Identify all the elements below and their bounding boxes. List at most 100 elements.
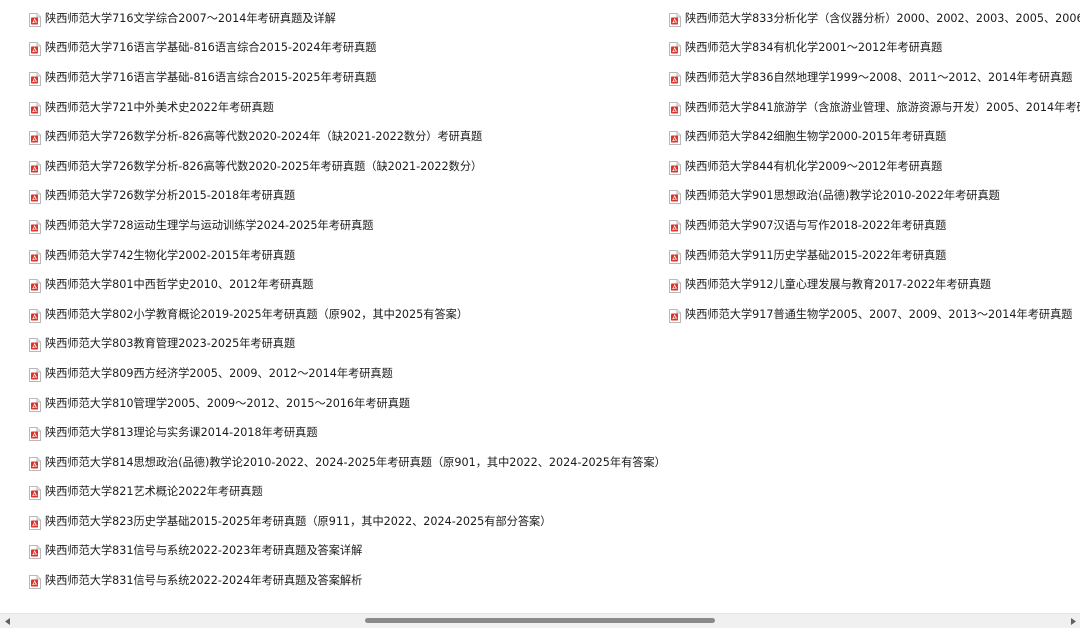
pdf-file-icon [29,337,41,353]
pdf-file-icon [29,278,41,294]
file-name: 陕西师范大学742生物化学2002-2015年考研真题 [45,248,296,262]
file-item[interactable]: 陕西师范大学831信号与系统2022-2024年考研真题及答案解析 [29,566,659,596]
file-item[interactable]: 陕西师范大学841旅游学（含旅游业管理、旅游资源与开发）2005、2014年考研… [669,93,1080,123]
file-name: 陕西师范大学803教育管理2023-2025年考研真题 [45,337,296,351]
file-name: 陕西师范大学917普通生物学2005、2007、2009、2013～2014年考… [685,307,1073,321]
pdf-file-icon [29,397,41,412]
file-item[interactable]: 陕西师范大学721中外美术史2022年考研真题 [29,93,659,123]
file-name: 陕西师范大学911历史学基础2015-2022年考研真题 [685,248,947,262]
pdf-file-icon [669,101,681,116]
pdf-file-icon [29,456,41,471]
pdf-file-icon [29,249,41,264]
file-item[interactable]: 陕西师范大学917普通生物学2005、2007、2009、2013～2014年考… [669,300,1080,330]
file-list-left-column: 陕西师范大学716文学综合2007～2014年考研真题及详解陕西师范大学716语… [29,4,666,596]
pdf-file-icon [669,189,681,205]
pdf-file-icon [29,367,41,382]
pdf-file-icon [669,308,681,323]
file-name: 陕西师范大学836自然地理学1999～2008、2011～2012、2014年考… [685,70,1073,84]
pdf-file-icon [29,308,41,323]
pdf-file-icon [29,426,41,442]
file-name: 陕西师范大学834有机化学2001～2012年考研真题 [685,41,943,55]
file-item[interactable]: 陕西师范大学823历史学基础2015-2025年考研真题（原911，其中2022… [29,507,659,537]
pdf-file-icon [669,71,681,86]
file-item[interactable]: 陕西师范大学726数学分析-826高等代数2020-2025年考研真题（缺202… [29,152,659,182]
file-item[interactable]: 陕西师范大学814思想政治(品德)教学论2010-2022、2024-2025年… [29,448,666,478]
file-name: 陕西师范大学801中西哲学史2010、2012年考研真题 [45,278,314,292]
file-name: 陕西师范大学716文学综合2007～2014年考研真题及详解 [45,11,336,25]
file-item[interactable]: 陕西师范大学803教育管理2023-2025年考研真题 [29,330,659,360]
file-name: 陕西师范大学844有机化学2009～2012年考研真题 [685,159,943,173]
horizontal-scrollbar[interactable] [0,613,1080,628]
scrollbar-thumb[interactable] [365,618,715,623]
pdf-file-icon [669,219,681,234]
file-item[interactable]: 陕西师范大学802小学教育概论2019-2025年考研真题（原902，其中202… [29,300,659,330]
pdf-file-icon [669,12,681,27]
file-item[interactable]: 陕西师范大学813理论与实务课2014-2018年考研真题 [29,418,659,448]
file-item[interactable]: 陕西师范大学901思想政治(品德)教学论2010-2022年考研真题 [669,182,1080,212]
file-name: 陕西师范大学814思想政治(品德)教学论2010-2022、2024-2025年… [45,455,666,469]
file-list-view: 陕西师范大学716文学综合2007～2014年考研真题及详解陕西师范大学716语… [0,0,1080,614]
pdf-file-icon [29,485,41,501]
file-item[interactable]: 陕西师范大学844有机化学2009～2012年考研真题 [669,152,1080,182]
pdf-file-icon [29,219,41,234]
file-name: 陕西师范大学907汉语与写作2018-2022年考研真题 [685,218,947,232]
file-item[interactable]: 陕西师范大学810管理学2005、2009～2012、2015～2016年考研真… [29,389,659,419]
file-item[interactable]: 陕西师范大学842细胞生物学2000-2015年考研真题 [669,122,1080,152]
file-item[interactable]: 陕西师范大学726数学分析-826高等代数2020-2024年（缺2021-20… [29,122,659,152]
file-name: 陕西师范大学842细胞生物学2000-2015年考研真题 [685,130,947,144]
file-item[interactable]: 陕西师范大学912儿童心理发展与教育2017-2022年考研真题 [669,270,1080,300]
file-item[interactable]: 陕西师范大学716文学综合2007～2014年考研真题及详解 [29,4,659,34]
file-item[interactable]: 陕西师范大学834有机化学2001～2012年考研真题 [669,34,1080,64]
pdf-file-icon [29,515,41,530]
file-name: 陕西师范大学813理论与实务课2014-2018年考研真题 [45,426,318,440]
file-item[interactable]: 陕西师范大学742生物化学2002-2015年考研真题 [29,241,659,271]
file-name: 陕西师范大学912儿童心理发展与教育2017-2022年考研真题 [685,278,992,292]
file-name: 陕西师范大学821艺术概论2022年考研真题 [45,485,263,499]
file-item[interactable]: 陕西师范大学801中西哲学史2010、2012年考研真题 [29,270,659,300]
file-item[interactable]: 陕西师范大学833分析化学（含仪器分析）2000、2002、2003、2005、… [669,4,1080,34]
file-name: 陕西师范大学728运动生理学与运动训练学2024-2025年考研真题 [45,218,374,232]
pdf-file-icon [29,130,41,146]
file-name: 陕西师范大学726数学分析-826高等代数2020-2024年（缺2021-20… [45,130,483,144]
scroll-left-arrow-icon[interactable] [0,614,15,628]
file-name: 陕西师范大学831信号与系统2022-2023年考研真题及答案详解 [45,544,363,558]
pdf-file-icon [29,189,41,205]
file-name: 陕西师范大学841旅游学（含旅游业管理、旅游资源与开发）2005、2014年考研… [685,100,1080,114]
file-item[interactable]: 陕西师范大学728运动生理学与运动训练学2024-2025年考研真题 [29,211,659,241]
file-name: 陕西师范大学802小学教育概论2019-2025年考研真题（原902，其中202… [45,307,469,321]
pdf-file-icon [29,12,41,27]
file-name: 陕西师范大学823历史学基础2015-2025年考研真题（原911，其中2022… [45,514,552,528]
file-name: 陕西师范大学810管理学2005、2009～2012、2015～2016年考研真… [45,396,411,410]
pdf-file-icon [29,544,41,560]
file-name: 陕西师范大学721中外美术史2022年考研真题 [45,100,274,114]
file-item[interactable]: 陕西师范大学907汉语与写作2018-2022年考研真题 [669,211,1080,241]
pdf-file-icon [669,130,681,146]
file-item[interactable]: 陕西师范大学821艺术概论2022年考研真题 [29,478,659,508]
file-item[interactable]: 陕西师范大学726数学分析2015-2018年考研真题 [29,182,659,212]
file-item[interactable]: 陕西师范大学911历史学基础2015-2022年考研真题 [669,241,1080,271]
pdf-file-icon [29,101,41,116]
pdf-file-icon [669,278,681,294]
file-item[interactable]: 陕西师范大学809西方经济学2005、2009、2012～2014年考研真题 [29,359,659,389]
file-item[interactable]: 陕西师范大学836自然地理学1999～2008、2011～2012、2014年考… [669,63,1080,93]
pdf-file-icon [29,71,41,86]
file-item[interactable]: 陕西师范大学716语言学基础-816语言综合2015-2024年考研真题 [29,34,659,64]
file-name: 陕西师范大学901思想政治(品德)教学论2010-2022年考研真题 [685,189,1000,203]
pdf-file-icon [669,160,681,175]
file-name: 陕西师范大学809西方经济学2005、2009、2012～2014年考研真题 [45,366,393,380]
pdf-file-icon [29,41,41,57]
file-item[interactable]: 陕西师范大学716语言学基础-816语言综合2015-2025年考研真题 [29,63,659,93]
file-name: 陕西师范大学726数学分析2015-2018年考研真题 [45,189,296,203]
pdf-file-icon [669,249,681,264]
file-name: 陕西师范大学831信号与系统2022-2024年考研真题及答案解析 [45,574,363,588]
file-list-right-column: 陕西师范大学833分析化学（含仪器分析）2000、2002、2003、2005、… [669,4,1080,330]
pdf-file-icon [29,160,41,175]
file-name: 陕西师范大学833分析化学（含仪器分析）2000、2002、2003、2005、… [685,11,1080,25]
file-item[interactable]: 陕西师范大学831信号与系统2022-2023年考研真题及答案详解 [29,537,659,567]
pdf-file-icon [669,41,681,57]
file-name: 陕西师范大学716语言学基础-816语言综合2015-2025年考研真题 [45,70,377,84]
pdf-file-icon [29,574,41,590]
file-name: 陕西师范大学726数学分析-826高等代数2020-2025年考研真题（缺202… [45,159,483,173]
file-name: 陕西师范大学716语言学基础-816语言综合2015-2024年考研真题 [45,41,377,55]
scroll-right-arrow-icon[interactable] [1065,614,1080,628]
